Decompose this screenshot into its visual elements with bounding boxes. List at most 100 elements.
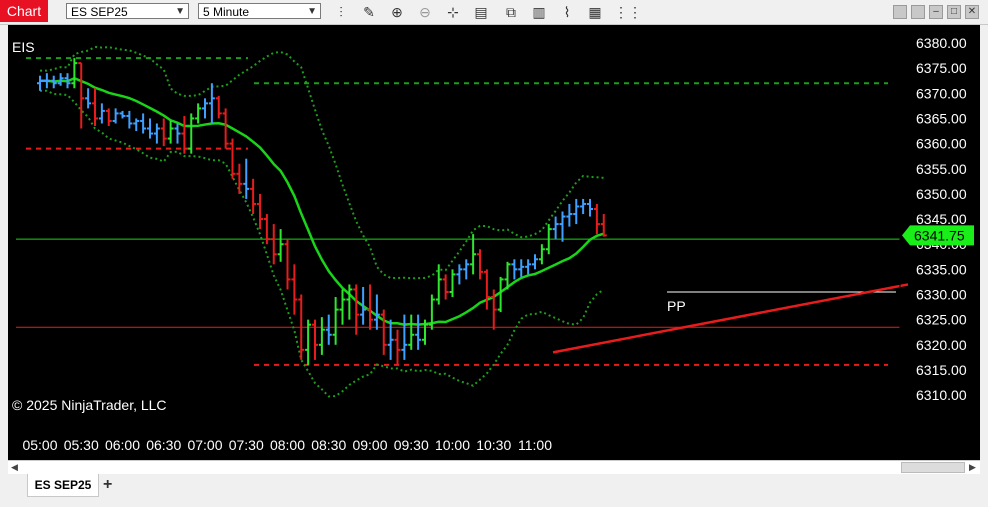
price-tick-label: 6370.00 xyxy=(916,85,967,101)
price-bar xyxy=(147,118,153,139)
price-tick-label: 6310.00 xyxy=(916,387,967,403)
price-tick-label: 6325.00 xyxy=(916,312,967,328)
price-bar xyxy=(112,108,119,124)
price-bar xyxy=(126,110,133,129)
price-bar xyxy=(312,319,318,360)
horizontal-scrollbar[interactable]: ◀ ▶ xyxy=(8,460,980,474)
maximize-button[interactable]: □ xyxy=(947,5,961,19)
strategies-icon[interactable]: ▥ xyxy=(530,3,548,21)
price-bar xyxy=(57,73,64,86)
price-bar xyxy=(477,249,483,280)
price-bar xyxy=(140,113,147,134)
price-bar xyxy=(428,294,435,330)
last-price-marker: 6341.75 xyxy=(902,225,974,246)
price-bar xyxy=(408,314,415,350)
horizontal-lines xyxy=(16,57,900,366)
instrument-label: EIS xyxy=(12,39,35,55)
tab-es-sep25[interactable]: ES SEP25 xyxy=(27,474,99,497)
time-tick-label: 07:00 xyxy=(187,437,222,453)
instrument-selector[interactable]: ES SEP25 ▼ xyxy=(66,3,189,19)
price-bar xyxy=(37,75,43,91)
price-bar xyxy=(518,259,525,277)
minimize-button[interactable] xyxy=(911,5,925,19)
scroll-right-icon[interactable]: ▶ xyxy=(969,462,976,473)
price-tick-label: 6355.00 xyxy=(916,161,967,177)
price-tick-label: 6360.00 xyxy=(916,136,967,152)
price-tick-label: 6375.00 xyxy=(916,60,967,76)
chart-window-tab[interactable]: Chart xyxy=(0,0,48,22)
price-bar xyxy=(71,58,78,89)
time-tick-label: 10:00 xyxy=(435,437,470,453)
chevron-down-icon: ▼ xyxy=(175,6,185,17)
price-bar xyxy=(442,274,449,300)
chart-panel[interactable]: 6380.00 6375.00 6370.00 6365.00 6360.00 6355.… xyxy=(8,25,980,460)
toolbar-grid-icon[interactable]: ⋮⋮ xyxy=(614,3,642,21)
interval-selector[interactable]: 5 Minute ▼ xyxy=(198,3,321,19)
time-tick-label: 08:00 xyxy=(270,437,305,453)
data-box-icon[interactable]: ▤ xyxy=(472,3,490,21)
time-tick-label: 05:30 xyxy=(64,437,99,453)
time-tick-label: 09:30 xyxy=(394,437,429,453)
price-bar xyxy=(573,198,580,225)
price-chart[interactable]: 6380.00 6375.00 6370.00 6365.00 6360.00 6355.… xyxy=(8,25,980,460)
price-bar xyxy=(243,158,250,199)
close-button[interactable]: ✕ xyxy=(965,5,979,19)
price-bar xyxy=(202,98,208,119)
price-bar xyxy=(373,294,380,330)
price-bar xyxy=(580,198,587,215)
zoom-in-icon[interactable]: ⊕ xyxy=(388,3,406,21)
grid-icon[interactable]: ▦ xyxy=(586,3,604,21)
crosshair-icon[interactable]: ⊹ xyxy=(444,3,462,21)
pencil-icon[interactable]: ✎ xyxy=(360,3,378,21)
interval-selector-value: 5 Minute xyxy=(203,5,250,19)
time-axis[interactable]: 05:00 05:30 06:00 06:30 07:00 07:30 08:00 08:30… xyxy=(22,437,552,453)
price-bar xyxy=(401,314,408,360)
price-bar xyxy=(98,103,105,124)
price-bar xyxy=(195,103,202,124)
price-bar xyxy=(160,118,167,147)
price-bar xyxy=(318,317,325,355)
price-bar xyxy=(538,244,545,265)
price-bar xyxy=(222,108,229,149)
price-bar xyxy=(133,118,140,132)
price-tick-label: 6345.00 xyxy=(916,211,967,227)
trend-lines xyxy=(552,283,909,354)
add-tab-button[interactable]: + xyxy=(103,476,112,494)
time-tick-label: 08:30 xyxy=(311,437,346,453)
price-tick-label: 6315.00 xyxy=(916,362,967,378)
price-bar xyxy=(463,259,470,280)
price-bar xyxy=(367,284,373,330)
price-bar xyxy=(483,269,490,310)
price-bar xyxy=(394,329,401,365)
window-snap-button[interactable] xyxy=(893,5,907,19)
price-bar xyxy=(415,314,422,350)
last-price-label: 6341.75 xyxy=(914,227,965,243)
price-tick-label: 6380.00 xyxy=(916,35,967,51)
support-trendline xyxy=(552,283,909,354)
instrument-tab-strip: ES SEP25 + xyxy=(0,474,988,507)
properties-icon[interactable]: ⌇ xyxy=(558,3,576,21)
price-bar xyxy=(456,264,463,285)
price-bar xyxy=(263,214,270,245)
scroll-left-icon[interactable]: ◀ xyxy=(11,462,18,473)
price-bar xyxy=(566,203,573,227)
chevron-down-icon: ▼ xyxy=(307,6,317,17)
price-bar xyxy=(43,73,50,89)
price-bar xyxy=(78,62,85,129)
price-bar xyxy=(236,163,243,194)
minimize-icon[interactable]: – xyxy=(929,5,943,19)
price-bar xyxy=(181,115,188,154)
price-bar xyxy=(346,284,353,320)
price-tick-label: 6320.00 xyxy=(916,337,967,353)
price-bar xyxy=(270,224,277,265)
instrument-selector-value: ES SEP25 xyxy=(71,5,128,19)
price-bar xyxy=(250,178,257,215)
bar-type-icon[interactable]: ⫶ xyxy=(332,3,350,21)
price-tick-label: 6365.00 xyxy=(916,110,967,126)
price-bar xyxy=(449,269,456,298)
scrollbar-thumb[interactable] xyxy=(901,462,965,473)
indicators-icon[interactable]: ⧉ xyxy=(502,3,520,21)
price-bar xyxy=(188,113,195,154)
zoom-out-icon[interactable]: ⊖ xyxy=(416,3,434,21)
price-bar xyxy=(552,216,559,240)
